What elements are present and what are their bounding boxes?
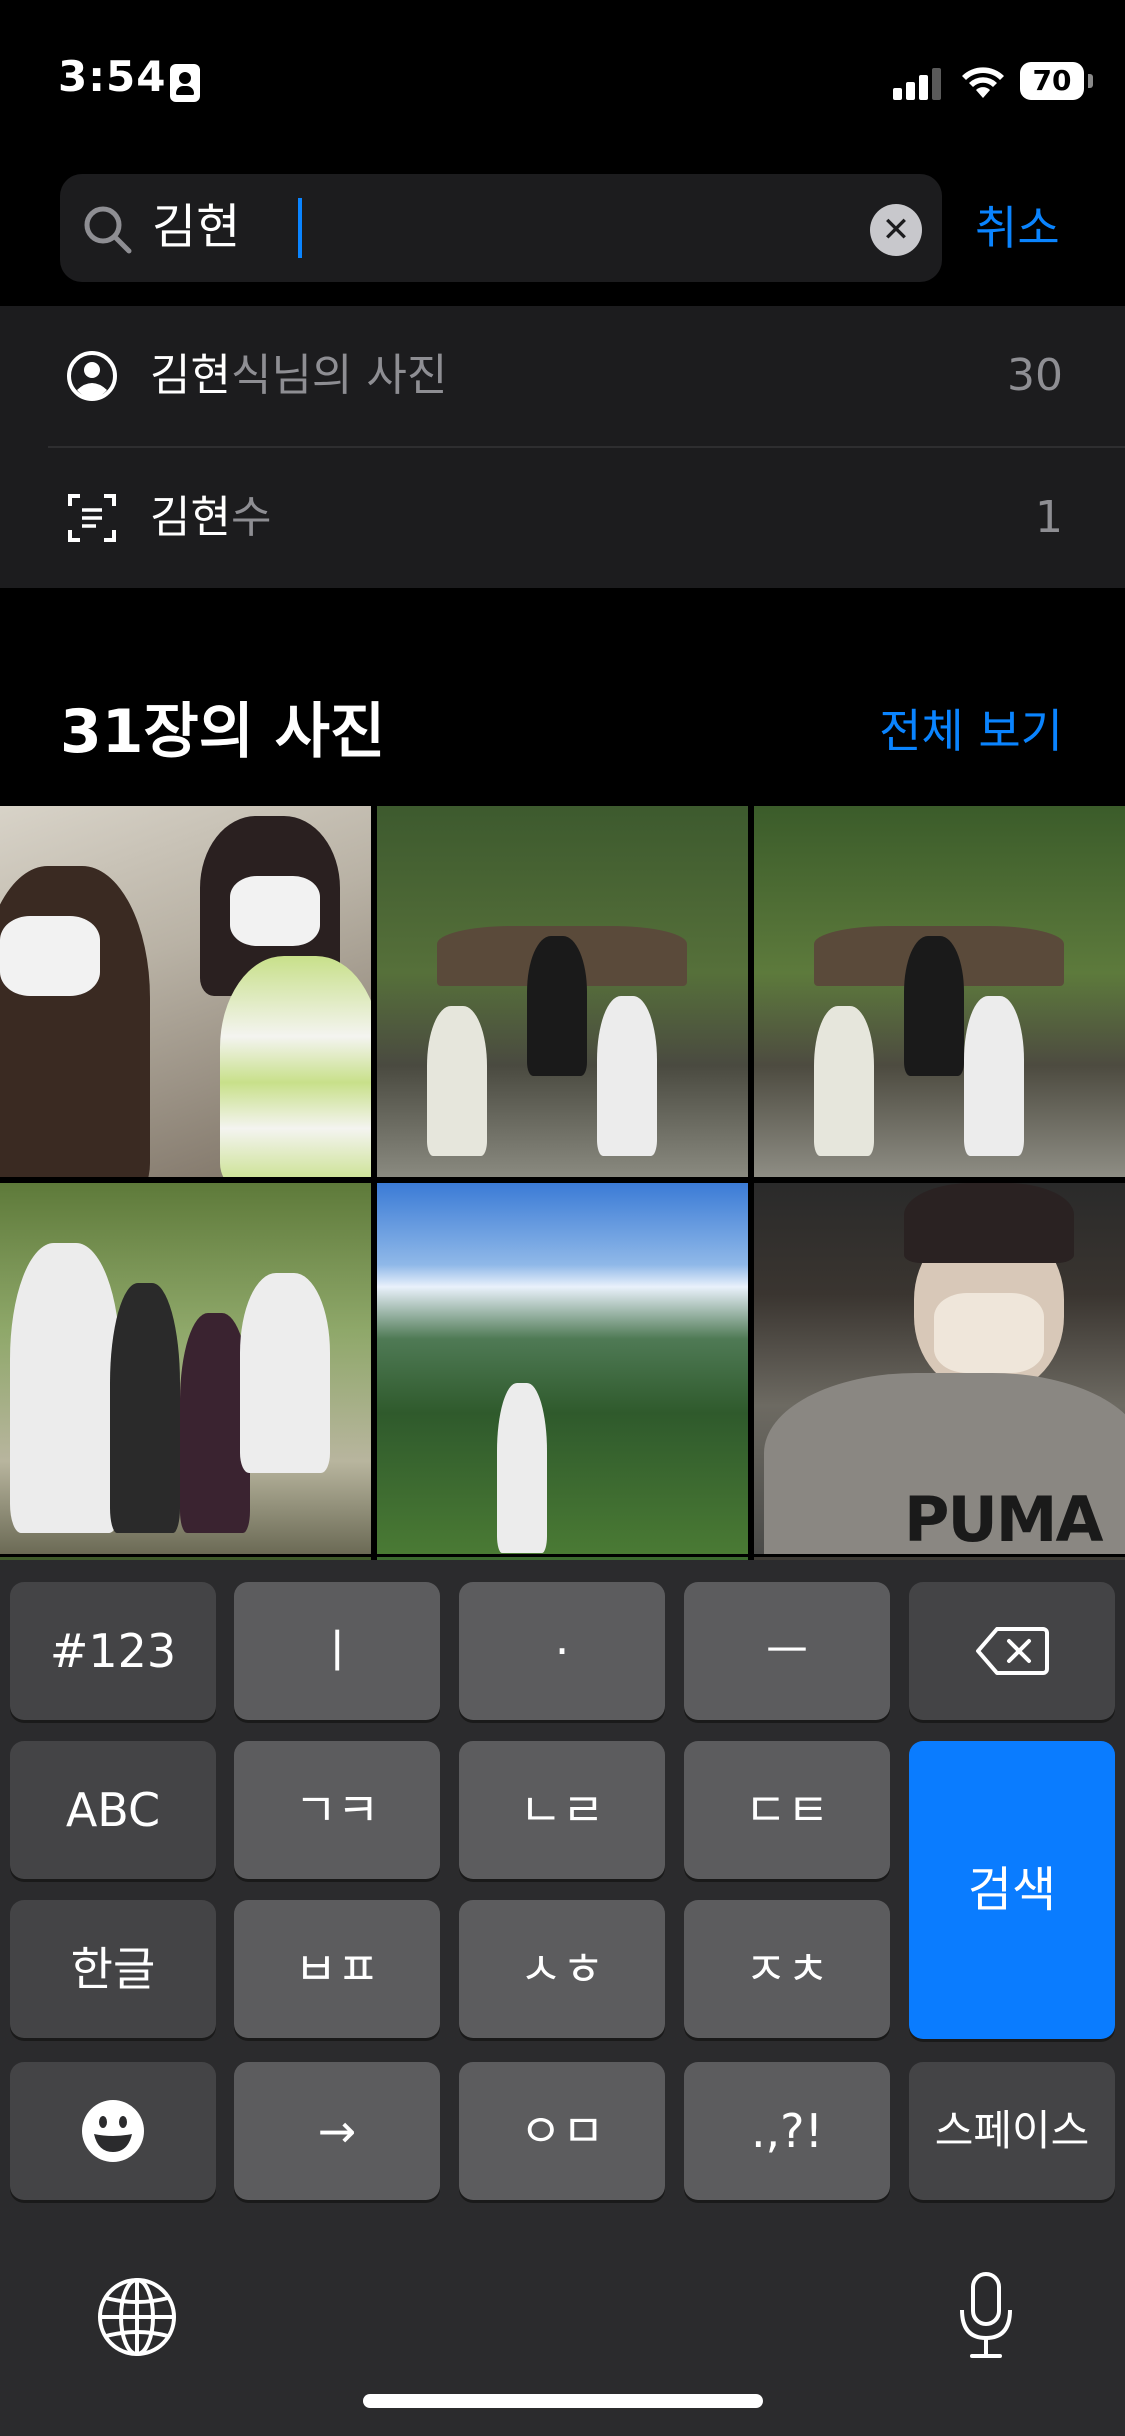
photo-thumbnail[interactable] <box>377 806 748 1177</box>
photo-thumbnail[interactable] <box>0 806 371 1177</box>
key-vowel-i[interactable]: ㅣ <box>234 1582 440 1720</box>
key-nieun-rieul[interactable]: ㄴㄹ <box>459 1741 665 1879</box>
key-siot-hieut[interactable]: ㅅㅎ <box>459 1900 665 2038</box>
backspace-icon <box>976 1627 1049 1675</box>
photo-text: PUMA <box>904 1483 1103 1554</box>
suggestion-match: 김현 <box>150 492 231 543</box>
results-title: 31장의 사진 <box>60 697 386 767</box>
suggestion-match: 김현 <box>150 350 231 401</box>
status-bar: 3:54 70 <box>0 0 1125 150</box>
see-all-button[interactable]: 전체 보기 <box>879 700 1063 762</box>
key-numbers[interactable]: #123 <box>10 1582 216 1720</box>
suggestion-label: 김현수 <box>150 488 271 548</box>
search-field[interactable]: 김현 ✕ <box>60 174 942 282</box>
suggestion-item-person[interactable]: 김현식님의 사진 30 <box>0 306 1125 446</box>
key-ieung-mieum[interactable]: ㅇㅁ <box>459 2062 665 2200</box>
search-input[interactable]: 김현 <box>152 196 240 258</box>
close-icon: ✕ <box>881 210 911 250</box>
battery-level: 70 <box>1020 62 1084 100</box>
microphone-icon[interactable] <box>956 2270 1016 2362</box>
key-arrow-right[interactable]: → <box>234 2062 440 2200</box>
suggestion-label: 김현식님의 사진 <box>150 346 447 406</box>
key-digeut-tieut[interactable]: ㄷㅌ <box>684 1741 890 1879</box>
text-caret <box>298 198 302 258</box>
home-indicator[interactable] <box>363 2394 763 2408</box>
person-circle-icon <box>67 351 117 401</box>
emoji-icon <box>82 2100 144 2162</box>
status-time: 3:54 <box>58 52 167 101</box>
suggestion-remainder: 수 <box>230 492 272 543</box>
globe-icon[interactable] <box>96 2276 178 2358</box>
suggestion-item-text[interactable]: 김현수 1 <box>0 448 1125 588</box>
key-giyeok-kieuk[interactable]: ㄱㅋ <box>234 1741 440 1879</box>
wifi-icon <box>962 67 1004 98</box>
suggestion-count: 1 <box>1035 492 1063 543</box>
photo-thumbnail[interactable] <box>377 1183 748 1554</box>
photo-thumbnail[interactable] <box>0 1183 371 1554</box>
photo-thumbnail[interactable] <box>754 806 1125 1177</box>
search-suggestions: 김현식님의 사진 30 김현수 1 <box>0 306 1125 588</box>
suggestion-count: 30 <box>1007 350 1063 401</box>
key-vowel-eu[interactable]: ㅡ <box>684 1582 890 1720</box>
photo-thumbnail[interactable]: PUMA <box>754 1183 1125 1554</box>
search-icon <box>84 206 132 254</box>
search-key[interactable]: 검색 <box>909 1741 1115 2039</box>
key-hangul[interactable]: 한글 <box>10 1900 216 2038</box>
suggestion-remainder: 식님의 사진 <box>230 350 448 401</box>
key-vowel-dot[interactable]: · <box>459 1582 665 1720</box>
key-space[interactable]: 스페이스 <box>909 2062 1115 2200</box>
key-backspace[interactable] <box>909 1582 1115 1720</box>
key-emoji[interactable] <box>10 2062 216 2200</box>
key-bieup-pieup[interactable]: ㅂㅍ <box>234 1900 440 2038</box>
battery-cap <box>1088 74 1093 88</box>
keyboard: #123 ㅣ · ㅡ ABC ㄱㅋ ㄴㄹ ㄷㅌ 검색 한글 ㅂㅍ ㅅㅎ ㅈㅊ →… <box>0 1560 1125 2436</box>
key-abc[interactable]: ABC <box>10 1741 216 1879</box>
text-scan-icon <box>68 494 116 542</box>
focus-contact-icon <box>170 64 200 102</box>
cancel-button[interactable]: 취소 <box>975 198 1060 258</box>
key-punctuation[interactable]: .,?! <box>684 2062 890 2200</box>
key-jieut-chieut[interactable]: ㅈㅊ <box>684 1900 890 2038</box>
cellular-signal-icon <box>893 66 943 100</box>
clear-search-button[interactable]: ✕ <box>870 204 922 256</box>
